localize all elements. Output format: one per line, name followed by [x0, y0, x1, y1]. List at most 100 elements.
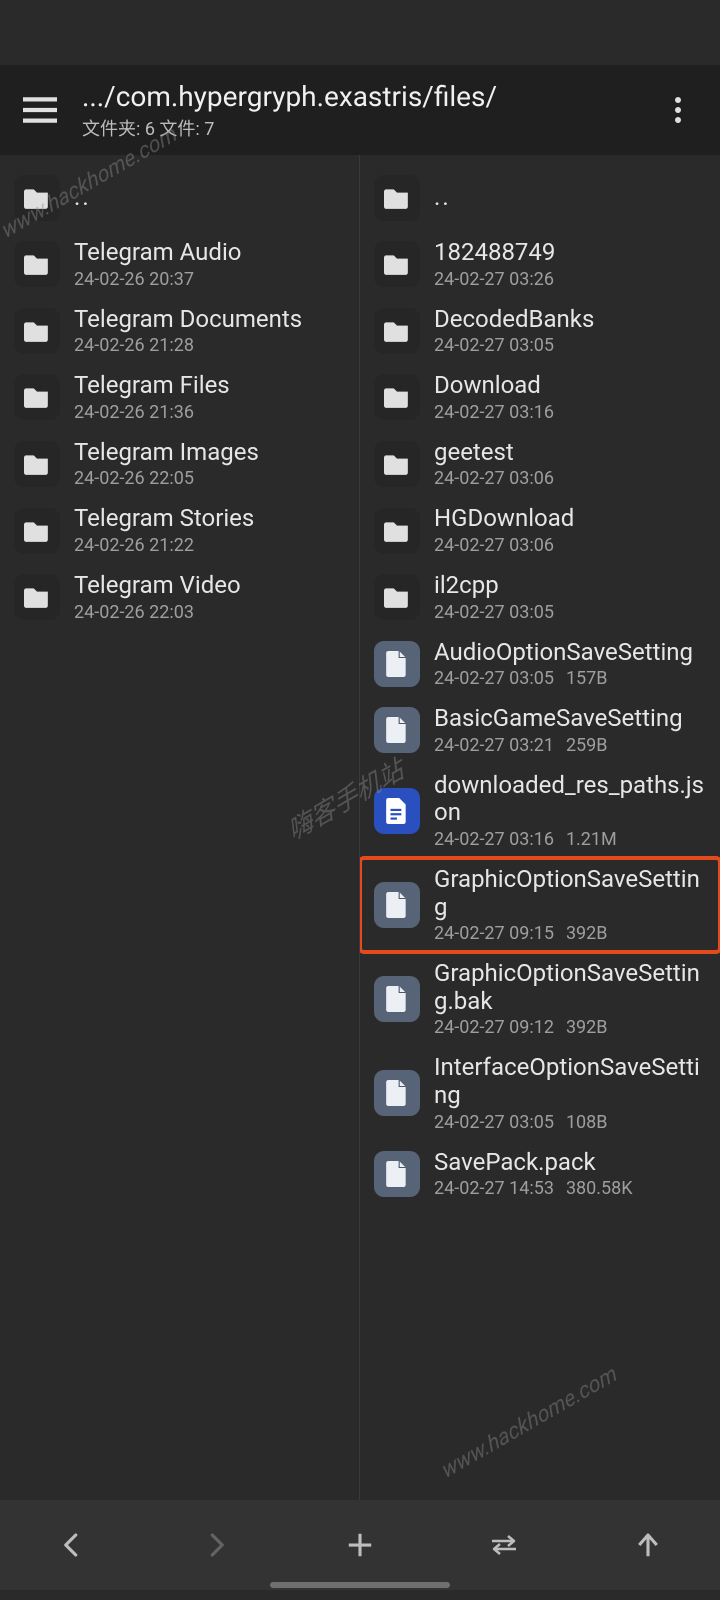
list-item[interactable]: InterfaceOptionSaveSetting 24-02-27 03:05…: [360, 1046, 720, 1140]
list-item[interactable]: Telegram Documents24-02-26 21:28: [0, 298, 359, 365]
item-meta: 24-02-26 22:03: [74, 602, 349, 623]
item-meta: 24-02-26 21:36: [74, 402, 349, 423]
folder-icon: [374, 441, 420, 487]
list-item[interactable]: Telegram Video24-02-26 22:03: [0, 564, 359, 631]
folder-icon: [14, 241, 60, 287]
counts-text: 文件夹: 6 文件: 7: [82, 115, 654, 141]
item-name: InterfaceOptionSaveSetting: [434, 1054, 710, 1109]
item-name: Telegram Documents: [74, 306, 349, 334]
plus-icon: [345, 1530, 375, 1560]
item-name: Telegram Stories: [74, 505, 349, 533]
overflow-menu[interactable]: [654, 86, 702, 134]
up-button[interactable]: [588, 1515, 708, 1575]
list-item[interactable]: BasicGameSaveSetting24-02-27 03:21259B: [360, 697, 720, 764]
item-name: ..: [74, 184, 349, 212]
file-icon: [374, 641, 420, 687]
item-meta: 24-02-27 03:21259B: [434, 735, 710, 756]
file-icon: [374, 882, 420, 928]
list-item[interactable]: Telegram Images24-02-26 22:05: [0, 431, 359, 498]
left-pane[interactable]: ..Telegram Audio24-02-26 20:37Telegram D…: [0, 155, 360, 1500]
list-item[interactable]: Telegram Stories24-02-26 21:22: [0, 497, 359, 564]
item-name: il2cpp: [434, 572, 710, 600]
item-name: Telegram Files: [74, 372, 349, 400]
item-name: AudioOptionSaveSetting: [434, 639, 710, 667]
bottom-toolbar: [0, 1500, 720, 1590]
path-text: .../com.hypergryph.exastris/files/: [82, 80, 654, 113]
item-meta: 24-02-27 03:05108B: [434, 1112, 710, 1133]
folder-icon: [14, 441, 60, 487]
chevron-left-icon: [57, 1530, 87, 1560]
file-icon: [374, 1070, 420, 1116]
file-icon: [374, 976, 420, 1022]
folder-icon: [14, 175, 60, 221]
folder-icon: [374, 175, 420, 221]
file-panes: ..Telegram Audio24-02-26 20:37Telegram D…: [0, 155, 720, 1500]
item-name: downloaded_res_paths.json: [434, 772, 710, 827]
item-meta: 24-02-27 14:53380.58K: [434, 1178, 710, 1199]
list-item[interactable]: Telegram Files24-02-26 21:36: [0, 364, 359, 431]
item-meta: 24-02-27 09:12392B: [434, 1017, 710, 1038]
item-meta: 24-02-27 03:161.21M: [434, 829, 710, 850]
list-item[interactable]: Download24-02-27 03:16: [360, 364, 720, 431]
nav-back-button[interactable]: [12, 1515, 132, 1575]
json-icon: [374, 788, 420, 834]
app-bar: .../com.hypergryph.exastris/files/ 文件夹: …: [0, 65, 720, 155]
arrow-up-icon: [633, 1530, 663, 1560]
list-item[interactable]: HGDownload24-02-27 03:06: [360, 497, 720, 564]
item-name: HGDownload: [434, 505, 710, 533]
item-meta: 24-02-27 03:05: [434, 335, 710, 356]
item-meta: 24-02-27 03:05: [434, 602, 710, 623]
folder-icon: [374, 308, 420, 354]
menu-button[interactable]: [10, 80, 70, 140]
item-name: Download: [434, 372, 710, 400]
item-name: 182488749: [434, 239, 710, 267]
add-button[interactable]: [300, 1515, 420, 1575]
folder-icon: [14, 308, 60, 354]
folder-icon: [374, 508, 420, 554]
item-name: GraphicOptionSaveSetting.bak: [434, 960, 710, 1015]
folder-icon: [374, 574, 420, 620]
item-meta: 24-02-27 03:05157B: [434, 668, 710, 689]
list-item[interactable]: downloaded_res_paths.json24-02-27 03:161…: [360, 764, 720, 858]
list-item[interactable]: geetest24-02-27 03:06: [360, 431, 720, 498]
transfer-button[interactable]: [444, 1515, 564, 1575]
status-bar: [0, 0, 720, 65]
nav-forward-button[interactable]: [156, 1515, 276, 1575]
item-meta: 24-02-27 03:06: [434, 468, 710, 489]
right-pane[interactable]: ..18248874924-02-27 03:26DecodedBanks24-…: [360, 155, 720, 1500]
item-name: Telegram Audio: [74, 239, 349, 267]
list-item[interactable]: il2cpp24-02-27 03:05: [360, 564, 720, 631]
list-item[interactable]: DecodedBanks24-02-27 03:05: [360, 298, 720, 365]
item-meta: 24-02-27 03:06: [434, 535, 710, 556]
item-meta: 24-02-26 20:37: [74, 269, 349, 290]
item-name: DecodedBanks: [434, 306, 710, 334]
item-meta: 24-02-27 03:26: [434, 269, 710, 290]
list-item[interactable]: SavePack.pack24-02-27 14:53380.58K: [360, 1141, 720, 1208]
item-meta: 24-02-27 03:16: [434, 402, 710, 423]
list-item[interactable]: 18248874924-02-27 03:26: [360, 231, 720, 298]
item-name: SavePack.pack: [434, 1149, 710, 1177]
list-item[interactable]: GraphicOptionSaveSetting24-02-27 09:1539…: [360, 858, 720, 952]
list-item[interactable]: Telegram Audio24-02-26 20:37: [0, 231, 359, 298]
list-item[interactable]: GraphicOptionSaveSetting.bak24-02-27 09:…: [360, 952, 720, 1046]
file-icon: [374, 707, 420, 753]
item-meta: 24-02-27 09:15392B: [434, 923, 710, 944]
item-name: Telegram Images: [74, 439, 349, 467]
item-name: BasicGameSaveSetting: [434, 705, 710, 733]
parent-dir-row[interactable]: ..: [0, 165, 359, 231]
item-meta: 24-02-26 21:22: [74, 535, 349, 556]
folder-icon: [374, 241, 420, 287]
title-block: .../com.hypergryph.exastris/files/ 文件夹: …: [82, 80, 654, 141]
hamburger-icon: [23, 96, 57, 124]
folder-icon: [14, 508, 60, 554]
folder-icon: [14, 574, 60, 620]
list-item[interactable]: AudioOptionSaveSetting24-02-27 03:05157B: [360, 631, 720, 698]
folder-icon: [14, 374, 60, 420]
item-meta: 24-02-26 21:28: [74, 335, 349, 356]
item-name: ..: [434, 184, 710, 212]
item-name: geetest: [434, 439, 710, 467]
chevron-right-icon: [201, 1530, 231, 1560]
parent-dir-row[interactable]: ..: [360, 165, 720, 231]
dots-vertical-icon: [675, 97, 681, 123]
folder-icon: [374, 374, 420, 420]
